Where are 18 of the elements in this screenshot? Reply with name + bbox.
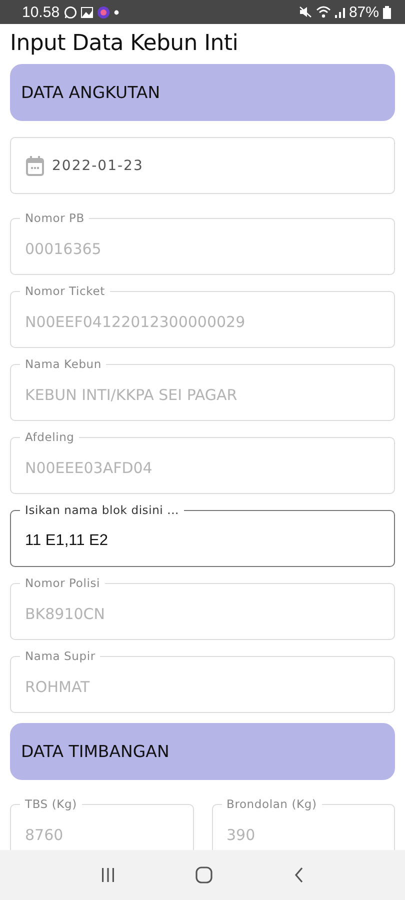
home-icon[interactable] [195, 866, 214, 884]
text-field[interactable]: Isikan nama blok disini ... 11 E1,11 E2 [10, 502, 395, 567]
recents-icon[interactable] [100, 867, 116, 883]
section-header: DATA TIMBANGAN [10, 723, 395, 780]
battery-icon [383, 6, 391, 18]
signal-icon [334, 6, 345, 18]
back-icon[interactable] [293, 867, 306, 883]
wifi-icon [316, 6, 331, 18]
battery-percent: 87% [348, 4, 379, 20]
section-header: DATA ANGKUTAN [10, 64, 395, 121]
image-icon [80, 6, 93, 18]
chat-icon [64, 6, 77, 18]
status-time: 10.58 [22, 4, 60, 20]
app-icon [96, 6, 110, 18]
calendar-icon [26, 156, 44, 176]
page-title: Input Data Kebun Inti [10, 30, 240, 58]
dot-icon [114, 10, 119, 14]
mute-icon [298, 6, 312, 18]
